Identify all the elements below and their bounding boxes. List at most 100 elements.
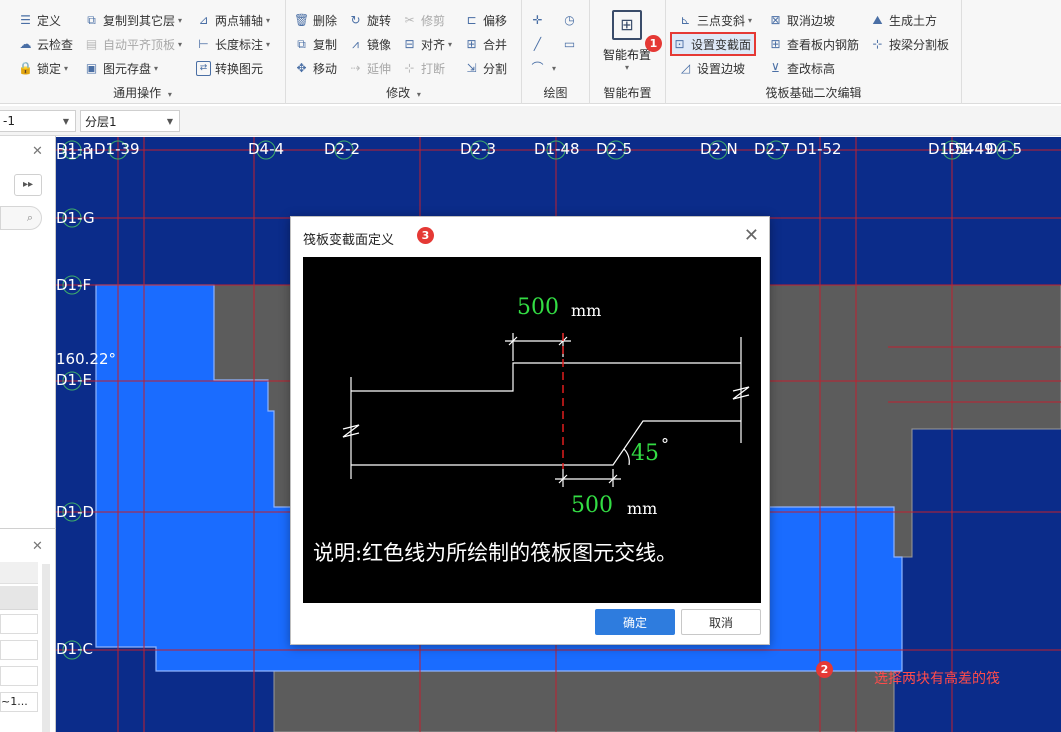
chevron-down-icon: ▼ bbox=[62, 116, 69, 126]
point-icon: ✛ bbox=[532, 12, 543, 27]
convert-element-button[interactable]: ⇄ 转换图元 bbox=[196, 58, 263, 78]
panel-expand-button[interactable]: ▸▸ bbox=[14, 174, 42, 196]
draw-circle-button[interactable]: ◷ bbox=[562, 10, 581, 30]
merge-button[interactable]: ⊞ 合并 bbox=[464, 34, 507, 54]
panel-search-input[interactable]: ⌕ bbox=[0, 206, 42, 230]
set-edge-slope-button[interactable]: ◿ 设置边坡 bbox=[678, 58, 745, 78]
panel-row[interactable] bbox=[0, 666, 38, 686]
view-rebar-button[interactable]: ⊞ 查看板内钢筋 bbox=[768, 34, 859, 54]
panel-divider bbox=[0, 528, 56, 529]
three-point-slope-button[interactable]: ⊾ 三点变斜 ▾ bbox=[678, 10, 752, 30]
axis-label-top: D1-39 bbox=[94, 140, 140, 158]
circle-icon: ◷ bbox=[564, 12, 575, 27]
group-label-draw: 绘图 bbox=[543, 86, 568, 100]
align-top-icon: ▤ bbox=[85, 36, 98, 51]
offset-button[interactable]: ⊏ 偏移 bbox=[464, 10, 507, 30]
panel-scrollbar[interactable] bbox=[42, 564, 50, 732]
chevron-down-icon: ▾ bbox=[167, 90, 172, 99]
generate-earthwork-button[interactable]: ⛰ 生成土方 bbox=[870, 10, 937, 30]
set-section-change-button[interactable]: ⊡ 设置变截面 bbox=[669, 32, 757, 56]
check-elevation-button[interactable]: ⊻ 查改标高 bbox=[768, 58, 835, 78]
axis-label-top: D4-4 bbox=[248, 140, 285, 158]
copy-button[interactable]: ⧉ 复制 bbox=[294, 34, 337, 54]
split-button[interactable]: ⇲ 分割 bbox=[464, 58, 507, 78]
axis-label-left: D1-H bbox=[56, 145, 94, 163]
axis-label-top: D2-2 bbox=[324, 140, 361, 158]
top-dim-unit: mm bbox=[571, 301, 602, 320]
panel-row[interactable] bbox=[0, 586, 38, 610]
copy-icon: ⧉ bbox=[297, 36, 306, 51]
smart-layout-icon: ⊞ bbox=[612, 10, 642, 40]
panel-row[interactable] bbox=[0, 614, 38, 634]
cloud-icon: ☁ bbox=[19, 36, 32, 51]
break-button[interactable]: ⊹ 打断 bbox=[402, 58, 445, 78]
axis-label-left: D1-G bbox=[56, 209, 95, 227]
define-button[interactable]: ☰ 定义 bbox=[18, 10, 61, 30]
define-icon: ☰ bbox=[20, 12, 31, 27]
axis-label-left: D1-D bbox=[56, 503, 95, 521]
angle-degree: ° bbox=[661, 435, 669, 454]
element-save-button[interactable]: ▣ 图元存盘 ▾ bbox=[84, 58, 158, 78]
align-button[interactable]: ⊟ 对齐 ▾ bbox=[402, 34, 452, 54]
axis-label-top: D2-3 bbox=[460, 140, 497, 158]
arc-icon: ⌒ bbox=[531, 60, 544, 75]
floor-select[interactable]: -1 ▼ bbox=[0, 110, 76, 132]
mirror-button[interactable]: ⩘ 镜像 bbox=[348, 34, 391, 54]
panel-row[interactable] bbox=[0, 562, 38, 584]
lock-icon: 🔒 bbox=[18, 60, 33, 75]
group-label-modify[interactable]: 修改 ▾ bbox=[286, 84, 521, 101]
layer-bar: -1 ▼ 分层1 ▼ bbox=[0, 106, 1061, 136]
copy-to-layer-button[interactable]: ⧉ 复制到其它层 ▾ bbox=[84, 10, 182, 30]
ribbon-group-smart: ⊞ 智能布置 ▾ 智能布置 bbox=[590, 0, 666, 104]
step2-note: 选择两块有高差的筏 bbox=[874, 671, 1000, 687]
chevron-down-icon: ▾ bbox=[416, 90, 421, 99]
diagram-description: 说明:红色线为所绘制的筏板图元交线。 bbox=[313, 541, 678, 565]
chevron-down-icon: ▼ bbox=[166, 116, 173, 126]
panel-row[interactable]: ~1... bbox=[0, 692, 38, 712]
rotate-button[interactable]: ↻ 旋转 bbox=[348, 10, 391, 30]
chevron-down-icon: ▾ bbox=[64, 63, 69, 73]
panel-close-icon[interactable]: ✕ bbox=[32, 144, 43, 159]
close-icon[interactable]: ✕ bbox=[744, 225, 759, 246]
align-icon: ⊟ bbox=[404, 36, 415, 51]
angle-value: 45 bbox=[631, 441, 659, 466]
extend-button[interactable]: ⇢ 延伸 bbox=[348, 58, 391, 78]
chevron-down-icon: ▾ bbox=[178, 15, 183, 25]
axis-label-left: D1-E bbox=[56, 371, 92, 389]
axis-label-left: D1-C bbox=[56, 640, 93, 658]
two-point-axis-button[interactable]: ⊿ 两点辅轴 ▾ bbox=[196, 10, 270, 30]
edge-slope-icon: ◿ bbox=[680, 60, 691, 75]
layer-select[interactable]: 分层1 ▼ bbox=[80, 110, 180, 132]
ribbon-toolbar: ☰ 定义 ⧉ 复制到其它层 ▾ ⊿ 两点辅轴 ▾ ☁ 云检查 ▤ 自动平齐顶板 ▾ ⊢ 长度标注 ▾… bbox=[0, 0, 1061, 104]
draw-rect-button[interactable]: ▭ bbox=[562, 34, 581, 54]
cancel-edge-slope-button[interactable]: ⊠ 取消边坡 bbox=[768, 10, 835, 30]
move-button[interactable]: ✥ 移动 bbox=[294, 58, 337, 78]
extend-icon: ⇢ bbox=[350, 60, 361, 75]
section-change-icon: ⊡ bbox=[674, 36, 685, 51]
group-label-general[interactable]: 通用操作 ▾ bbox=[0, 84, 285, 101]
trash-icon: 🗑 bbox=[294, 12, 310, 27]
panel-row[interactable] bbox=[0, 640, 38, 660]
rotate-icon: ↻ bbox=[350, 12, 361, 27]
draw-line-button[interactable]: ╱ bbox=[530, 34, 549, 54]
chevron-down-icon: ▾ bbox=[266, 39, 271, 49]
bottom-dim-value: 500 bbox=[571, 493, 613, 518]
panel2-close-icon[interactable]: ✕ bbox=[32, 539, 43, 554]
chevron-down-icon: ▾ bbox=[624, 63, 629, 72]
section-change-dialog: 筏板变截面定义 3 ✕ 500 mm 45 ° 500 mm 说明:红色线为所绘… bbox=[290, 216, 770, 645]
draw-point-button[interactable]: ✛ bbox=[530, 10, 549, 30]
split-by-beam-button[interactable]: ⊹ 按梁分割板 bbox=[870, 34, 949, 54]
trim-button[interactable]: ✂ 修剪 bbox=[402, 10, 445, 30]
delete-button[interactable]: 🗑 删除 bbox=[294, 10, 337, 30]
elevation-icon: ⊻ bbox=[771, 60, 780, 75]
lock-button[interactable]: 🔒 锁定 ▾ bbox=[18, 58, 68, 78]
auto-align-top-button[interactable]: ▤ 自动平齐顶板 ▾ bbox=[84, 34, 182, 54]
draw-arc-button[interactable]: ⌒ ▾ bbox=[530, 58, 556, 78]
split-slab-icon: ⊹ bbox=[872, 36, 883, 51]
cancel-button[interactable]: 取消 bbox=[681, 609, 761, 635]
search-icon: ⌕ bbox=[26, 211, 33, 224]
cloud-check-button[interactable]: ☁ 云检查 bbox=[18, 34, 74, 54]
earthwork-icon: ⛰ bbox=[872, 12, 883, 27]
length-dim-button[interactable]: ⊢ 长度标注 ▾ bbox=[196, 34, 270, 54]
ok-button[interactable]: 确定 bbox=[595, 609, 675, 635]
